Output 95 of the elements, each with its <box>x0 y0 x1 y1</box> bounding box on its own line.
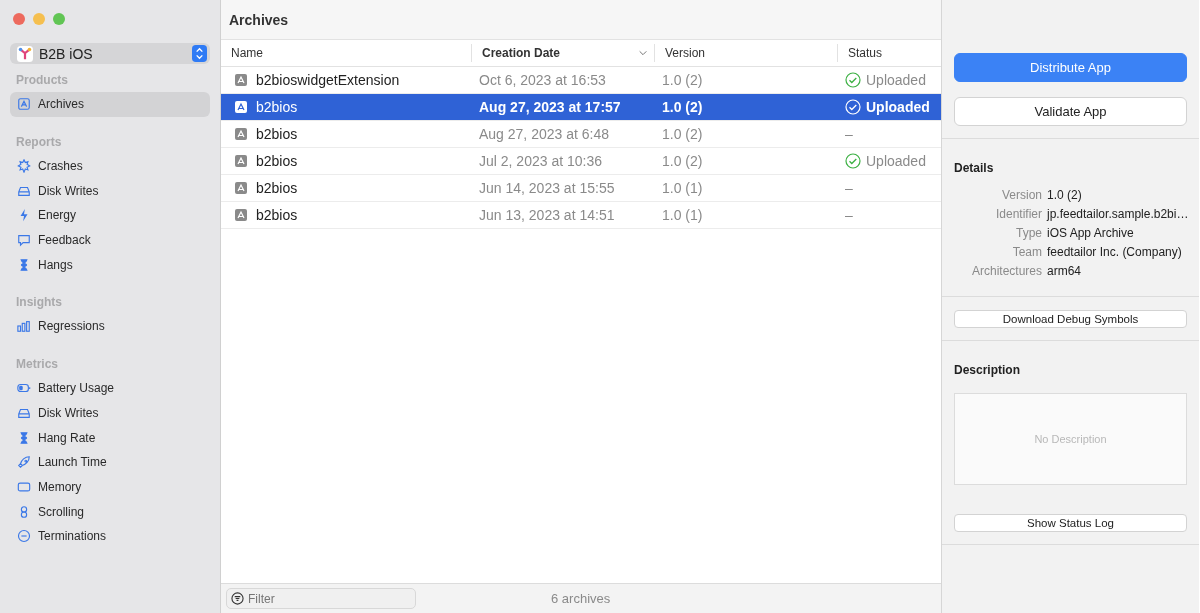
archive-icon <box>234 181 248 195</box>
version: 1.0 (2) <box>661 72 704 88</box>
archive-name: b2bios <box>256 207 298 223</box>
detail-value: iOS App Archive <box>1047 226 1135 240</box>
detail-value: jp.feedtailor.sample.b2bi… <box>1047 207 1189 221</box>
sidebar-item[interactable]: Battery Usage <box>10 375 210 401</box>
checkmark-circle-icon <box>845 153 861 169</box>
archive-icon <box>234 154 248 168</box>
column-header[interactable]: Version <box>654 44 837 62</box>
details-heading: Details <box>954 161 995 175</box>
sidebar-item[interactable]: Archives <box>10 92 210 117</box>
sidebar-item[interactable]: Memory <box>10 474 210 500</box>
detail-label: Identifier <box>994 207 1042 221</box>
sidebar-item[interactable]: Launch Time <box>10 449 210 475</box>
section-header: Products <box>15 72 69 89</box>
table-row[interactable]: b2bios Aug 27, 2023 at 17:57 1.0 (2) Uploaded <box>221 94 941 121</box>
section-header: Insights <box>15 294 63 312</box>
download-debug-symbols-button[interactable]: Download Debug Symbols <box>954 310 1187 328</box>
detail-value: arm64 <box>1047 264 1082 278</box>
creation-date: Oct 6, 2023 at 16:53 <box>478 72 607 88</box>
creation-date: Aug 27, 2023 at 17:57 <box>478 99 622 115</box>
stepper-icon <box>192 45 207 62</box>
detail-label: Architectures <box>970 264 1042 278</box>
section-header: Metrics <box>15 355 60 373</box>
archive-icon <box>234 100 248 114</box>
creation-date: Aug 27, 2023 at 6:48 <box>478 126 610 142</box>
project-selector[interactable]: B2B iOS <box>10 43 210 64</box>
filter-icon <box>231 592 244 605</box>
bar-chart-icon <box>17 319 31 334</box>
project-name: B2B iOS <box>39 45 94 62</box>
upload-status: – <box>845 126 853 142</box>
sidebar-item[interactable]: Terminations <box>10 523 210 549</box>
minimize-button[interactable] <box>33 13 45 25</box>
sidebar-item[interactable]: Scrolling <box>10 499 210 524</box>
app-icon <box>17 45 33 62</box>
archive-name: b2bios <box>256 153 298 169</box>
version: 1.0 (2) <box>661 126 704 142</box>
upload-status: Uploaded <box>866 72 926 88</box>
filter-field[interactable]: Filter <box>226 588 416 609</box>
checkmark-circle-icon <box>845 72 861 88</box>
upload-status: – <box>845 207 853 223</box>
column-header[interactable]: Name <box>221 44 471 62</box>
table-title: Archives <box>221 0 941 40</box>
column-header[interactable]: Creation Date <box>471 44 654 62</box>
archive-name: b2bioswidgetExtension <box>256 72 400 88</box>
upload-status: Uploaded <box>866 153 926 169</box>
archive-icon <box>234 127 248 141</box>
show-status-log-button[interactable]: Show Status Log <box>954 514 1187 532</box>
validate-app-button[interactable]: Validate App <box>954 97 1187 126</box>
sidebar-item[interactable]: Hangs <box>10 252 210 278</box>
table-row[interactable]: b2bios Aug 27, 2023 at 6:48 1.0 (2) – <box>221 121 941 148</box>
creation-date: Jul 2, 2023 at 10:36 <box>478 153 603 169</box>
creation-date: Jun 13, 2023 at 14:51 <box>478 207 616 223</box>
archive-name: b2bios <box>256 126 298 142</box>
creation-date: Jun 14, 2023 at 15:55 <box>478 180 616 196</box>
sidebar-item[interactable]: Feedback <box>10 227 210 253</box>
detail-value: 1.0 (2) <box>1047 188 1083 202</box>
table-row[interactable]: b2bios Jun 13, 2023 at 14:51 1.0 (1) – <box>221 202 941 229</box>
section-header: Reports <box>15 133 63 151</box>
archive-count: 6 archives <box>551 591 611 606</box>
zoom-button[interactable] <box>53 13 65 25</box>
sidebar-item[interactable]: Disk Writes <box>10 178 210 204</box>
archive-icon <box>234 73 248 87</box>
detail-label: Type <box>1015 226 1042 240</box>
detail-label: Version <box>1000 188 1042 202</box>
sidebar-item[interactable]: Regressions <box>10 314 210 339</box>
close-button[interactable] <box>13 13 25 25</box>
archive-icon <box>234 208 248 222</box>
sidebar-item[interactable]: Energy <box>10 203 210 228</box>
archive-icon <box>17 97 31 112</box>
version: 1.0 (1) <box>661 180 704 196</box>
sidebar-item[interactable]: Crashes <box>10 153 210 179</box>
detail-value: feedtailor Inc. (Company) <box>1047 245 1183 259</box>
sidebar-item[interactable]: Disk Writes <box>10 400 210 426</box>
table-row[interactable]: b2bios Jun 14, 2023 at 15:55 1.0 (1) – <box>221 175 941 202</box>
distribute-app-button[interactable]: Distribute App <box>954 53 1187 82</box>
checkmark-circle-icon <box>845 99 861 115</box>
memory-chip-icon <box>17 479 31 494</box>
chevron-down-icon <box>638 48 648 58</box>
description-heading: Description <box>954 363 1021 377</box>
detail-label: Team <box>1011 245 1042 259</box>
upload-status: – <box>845 180 853 196</box>
upload-status: Uploaded <box>866 99 930 115</box>
archive-name: b2bios <box>256 99 298 115</box>
rocket-icon <box>17 455 31 470</box>
sidebar-item[interactable]: Hang Rate <box>10 425 210 450</box>
version: 1.0 (1) <box>661 207 704 223</box>
minus-circle-icon <box>17 529 31 544</box>
version: 1.0 (2) <box>661 99 704 115</box>
archive-name: b2bios <box>256 180 298 196</box>
version: 1.0 (2) <box>661 153 704 169</box>
table-row[interactable]: b2bios Jul 2, 2023 at 10:36 1.0 (2) Uploaded <box>221 148 941 175</box>
speech-bubble-icon <box>17 233 31 248</box>
column-header[interactable]: Status <box>837 44 941 62</box>
burst-icon <box>17 159 31 174</box>
